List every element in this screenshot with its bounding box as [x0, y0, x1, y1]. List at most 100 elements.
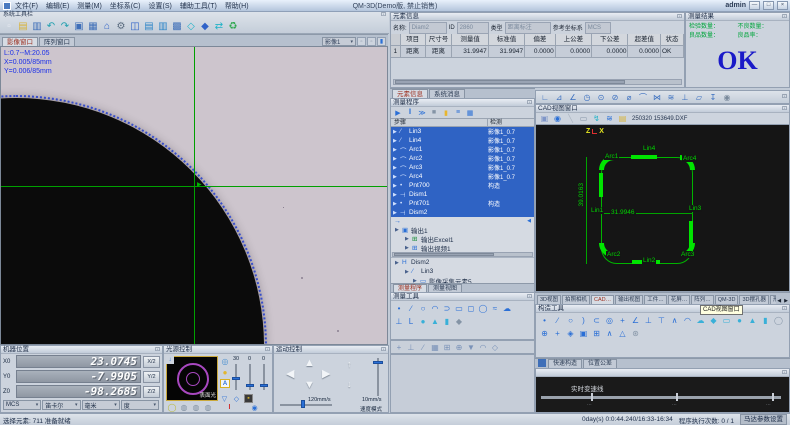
view-tab[interactable]: 输出视图: [615, 295, 643, 304]
program-step-Lin4[interactable]: ▶ ∕ Lin4 影像1_0.7: [391, 136, 534, 145]
program-toolbar-icon-grid[interactable]: ▦: [465, 108, 475, 117]
expand-arrow-icon[interactable]: ▶: [393, 210, 400, 216]
jog-up-button[interactable]: ▲: [304, 358, 315, 369]
program-toolbar-icon-lock[interactable]: ▮: [441, 108, 451, 117]
measure-tool-icon-plane[interactable]: ◆: [453, 316, 465, 327]
annotation-icon-circle-dim[interactable]: ⊙: [594, 92, 608, 103]
expand-arrow-icon[interactable]: ▶: [393, 147, 400, 153]
annotation-icon-clock[interactable]: ◷: [580, 92, 594, 103]
ref-field[interactable]: MCS: [585, 22, 611, 34]
construct-tool-icon-cloud[interactable]: ☁: [694, 315, 707, 326]
cad-toolbar-icon-zoom-box[interactable]: ▭: [577, 113, 590, 124]
toolbar-icon-recycle[interactable]: ♻: [226, 19, 240, 33]
toolbar-icon-undo[interactable]: ↶: [44, 19, 58, 33]
jog-left-button[interactable]: ◀: [286, 369, 294, 380]
menu-item[interactable]: 设置(S): [149, 1, 172, 11]
snap-tool-icon-matrix[interactable]: ⊞: [441, 342, 453, 353]
construct-tool-icon-outline[interactable]: ◯: [772, 315, 785, 326]
construct-tool-icon-vertex[interactable]: ∧: [603, 328, 616, 339]
ring-light-selector-icon[interactable]: ◎: [220, 357, 230, 366]
ring-light-icon-ring-4[interactable]: ◍: [203, 402, 213, 412]
expand-arrow-icon[interactable]: ▶: [393, 165, 400, 171]
video-button-lock[interactable]: ▮: [377, 37, 386, 46]
toolbar-icon-transfer[interactable]: ⇄: [212, 19, 226, 33]
id-field[interactable]: 2860: [457, 22, 489, 34]
construct-tool-icon-circle[interactable]: ○: [564, 315, 577, 326]
expand-arrow-icon[interactable]: ▶: [413, 278, 420, 284]
menu-item[interactable]: 帮助(H): [225, 1, 249, 11]
menu-item[interactable]: 文件(F): [15, 1, 38, 11]
program-toolbar-icon-step[interactable]: ≫: [417, 108, 427, 117]
info-tab[interactable]: 系统消息: [429, 89, 465, 98]
expand-arrow-icon[interactable]: ▶: [393, 156, 400, 162]
toolbar-icon-chart[interactable]: ▥: [156, 19, 170, 33]
close-button[interactable]: ×: [777, 1, 788, 10]
cad-toolbar-icon-file[interactable]: ▤: [616, 113, 629, 124]
motor-settings-button[interactable]: 马达参数设置: [740, 414, 787, 425]
pin-icon[interactable]: ⊡: [265, 347, 270, 353]
construct-tool-icon-cross[interactable]: +: [616, 315, 629, 326]
measure-tool-icon-arc[interactable]: ◠: [429, 303, 441, 314]
expand-arrow-icon[interactable]: ▶: [405, 269, 412, 275]
snap-tool-icon-diamond[interactable]: ◇: [489, 342, 501, 353]
snap-tool-icon-trace[interactable]: ∕: [417, 342, 429, 353]
construct-tool-icon-triangle[interactable]: △: [616, 328, 629, 339]
annotation-icon-position[interactable]: ◉: [720, 92, 734, 103]
output-item-输出1[interactable]: ▶ ▣ 输出1: [391, 225, 534, 234]
video-button-split[interactable]: ▫: [367, 37, 376, 46]
construct-tool-icon-point[interactable]: •: [538, 315, 551, 326]
results-table-row[interactable]: 1距离距离31.994731.99470.00000.00000.00000.0…: [391, 46, 684, 58]
info-tab[interactable]: 元素信息: [392, 89, 428, 98]
construct-tool-icon-cylinder[interactable]: ▮: [759, 315, 772, 326]
pin-icon[interactable]: ⊡: [527, 100, 532, 106]
construct-tab[interactable]: 快速构造: [548, 359, 582, 368]
view-tab[interactable]: 阵列…: [691, 295, 714, 304]
view-tab[interactable]: 3D视图: [537, 295, 561, 304]
axis-half-button[interactable]: X/2: [143, 356, 160, 368]
construct-tool-icon-line[interactable]: ∕: [551, 315, 564, 326]
construct-tool-icon-pattern[interactable]: ▣: [577, 328, 590, 339]
program-toolbar-icon-stop[interactable]: ■: [429, 108, 439, 117]
snap-tool-icon-target[interactable]: ⊕: [453, 342, 465, 353]
toolbar-icon-table[interactable]: ▦: [86, 19, 100, 33]
construct-tool-icon-box[interactable]: ▭: [720, 315, 733, 326]
jog-right-button[interactable]: ▶: [322, 369, 330, 380]
toolbar-icon-diamond[interactable]: ◇: [184, 19, 198, 33]
toolbar-icon-redo[interactable]: ↷: [58, 19, 72, 33]
ring-light-icon-ring-2[interactable]: ◍: [179, 402, 189, 412]
construct-tool-icon-tangent[interactable]: ⊤: [655, 315, 668, 326]
toolbar-icon-display[interactable]: ▣: [72, 19, 86, 33]
measure-tool-icon-circle[interactable]: ○: [417, 303, 429, 314]
table-h-scrollbar[interactable]: [393, 79, 682, 85]
light-arrow-icon[interactable]: ↓: [166, 356, 174, 364]
pin-icon[interactable]: ⊡: [782, 306, 787, 312]
annotation-icon-arc-dim[interactable]: ⌒: [636, 92, 650, 103]
cad-toolbar-icon-pen[interactable]: ╲: [564, 113, 577, 124]
camera-select[interactable]: 影像1 ▾: [322, 37, 356, 46]
toolbar-icon-windows[interactable]: ▩: [170, 19, 184, 33]
menu-item[interactable]: 坐标系(C): [110, 1, 141, 11]
jog-down-button[interactable]: ▼: [304, 380, 315, 391]
toolbar-icon-report[interactable]: ▤: [142, 19, 156, 33]
annotation-icon-diameter[interactable]: ⊘: [608, 92, 622, 103]
lamp-icon[interactable]: ◇: [232, 394, 241, 403]
measure-tool-icon-cone[interactable]: ▲: [429, 316, 441, 327]
type-field[interactable]: 距离标注: [505, 22, 551, 34]
view-tab[interactable]: 工件…: [644, 295, 667, 304]
expand-arrow-icon[interactable]: ▶: [405, 236, 412, 242]
menu-item[interactable]: 辅助工具(T): [180, 1, 217, 11]
construct-tool-icon-combine[interactable]: ⊕: [538, 328, 551, 339]
measure-tool-icon-point[interactable]: •: [393, 303, 405, 314]
program-step-Arc1[interactable]: ▶ ⌒ Arc1 影像1_0.7: [391, 145, 534, 154]
measure-tool-icon-ring[interactable]: ◯: [477, 303, 489, 314]
construct-tool-icon-angle[interactable]: ∠: [629, 315, 642, 326]
view-tab[interactable]: 3D摆孔器: [739, 295, 769, 304]
construct-tool-icon-solid[interactable]: ◆: [707, 315, 720, 326]
view-tab[interactable]: QM-3D: [715, 295, 739, 304]
expand-arrow-icon[interactable]: ▶: [393, 201, 400, 207]
toolbar-icon-save[interactable]: ▥: [30, 19, 44, 33]
program-step-Pnt700[interactable]: ▶ • Pnt700 构造: [391, 181, 534, 190]
annotation-icon-parallel[interactable]: ≋: [664, 92, 678, 103]
z-down-button[interactable]: ↓: [347, 379, 352, 390]
cad-toolbar-icon-fit[interactable]: ◉: [551, 113, 564, 124]
